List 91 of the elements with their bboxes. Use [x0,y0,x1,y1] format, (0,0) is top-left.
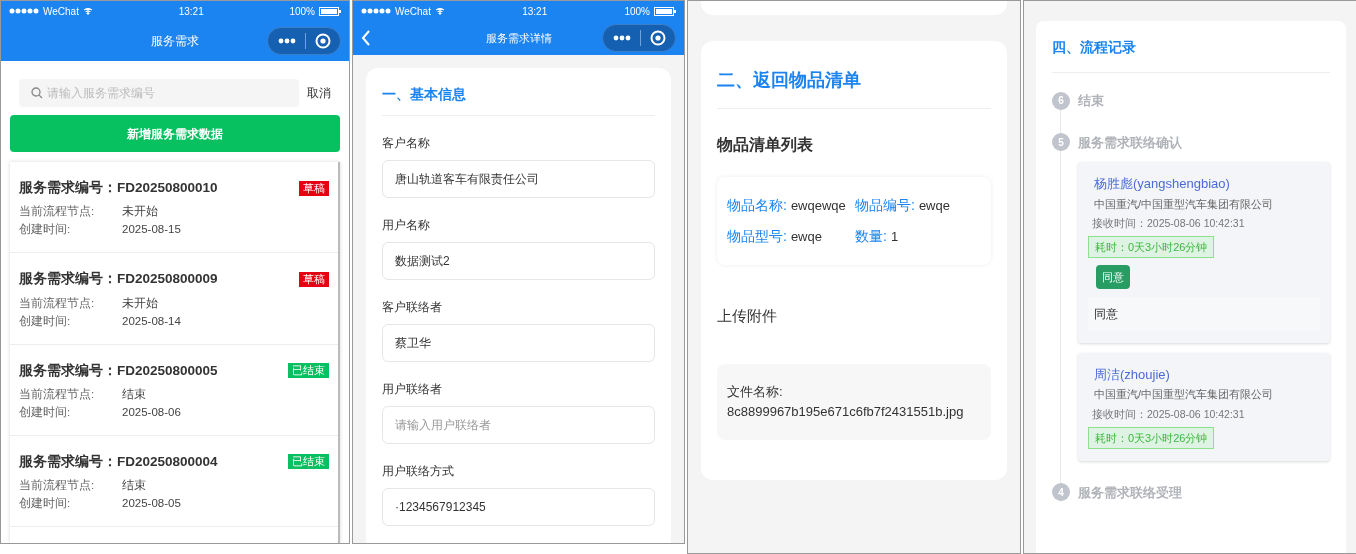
field-label: 创建时间: [19,313,72,329]
list-title: 物品清单列表 [717,135,814,155]
field-value: 结束 [122,478,147,493]
page-title: 服务需求详情 [485,30,552,46]
field-label: 当前流程节点: [19,295,96,311]
close-capsule-icon[interactable] [315,33,331,49]
item-value: ewqewqe [790,197,846,215]
request-card[interactable]: 服务需求编号：FD20250800009 草稿 当前流程节点: 未开始 创建时间: 2025-08-14 [10,253,338,345]
section-title: 四、流程记录 [1052,37,1330,73]
request-card[interactable]: 服务需求编号：FD20250800010 草稿 当前流程节点: 未开始 创建时间: 2025-08-15 [10,162,338,254]
file-name: 8c8899967b195e671c6fb7f2431551b.jpg [727,402,965,421]
capsule-menu[interactable] [267,27,341,55]
item-label: 数量: [855,227,887,246]
status-badge: 草稿 [299,271,329,287]
request-number: 服务需求编号：FD20250800010 [19,179,218,197]
cancel-button[interactable]: 取消 [307,84,331,102]
received-time: 接收时间：2025-08-06 10:42:31 [1091,216,1246,231]
close-capsule-icon[interactable] [650,30,666,46]
more-icon[interactable] [613,35,631,41]
duration-tag: 耗时：0天3小时26分钟 [1088,235,1215,258]
field-label: 创建时间: [19,404,72,420]
field-label: 客户联络者 [382,299,443,316]
step-title: 服务需求联络确认 [1078,133,1182,152]
page-title: 服务需求 [151,33,199,50]
carrier-name: WeChat [43,4,79,19]
battery-percent: 100% [624,4,650,19]
status-badge: 草稿 [299,180,329,196]
text-field[interactable]: 请输入用户联络者 [382,406,655,444]
section-title: 一、基本信息 [382,84,655,116]
clock-time: 13:21 [178,4,204,19]
person-name: 周洁(zhoujie) [1093,365,1171,384]
battery-percent: 100% [289,4,315,19]
wifi-icon [434,7,445,15]
field-label: 用户联络方式 [382,463,455,480]
field-value: 未开始 [122,204,159,220]
field-label: 客户名称 [382,135,431,152]
request-number: 服务需求编号：FD20250800009 [19,270,218,289]
wifi-icon [82,7,93,15]
field-label: 用户名称 [382,217,431,234]
organization: 中国重汽/中国重型汽车集团有限公司 [1093,196,1275,212]
file-label: 文件名称: [727,382,784,401]
status-badge: 已结束 [288,454,329,470]
received-time: 接收时间：2025-08-06 10:42:31 [1091,406,1246,422]
text-field[interactable]: 蔡卫华 [382,324,655,362]
battery-icon [319,6,341,16]
item-value: ewqe [918,197,950,215]
text-field[interactable]: 唐山轨道客车有限责任公司 [382,160,655,198]
clock-time: 13:21 [522,4,548,19]
step-number: 6 [1052,91,1070,110]
request-number: 服务需求编号：FD20250800005 [19,361,218,380]
battery-icon [654,6,676,16]
item-label: 物品名称: [727,196,787,215]
duration-tag: 耗时：0天3小时26分钟 [1088,426,1215,449]
field-value: 2025-08-06 [122,404,182,420]
item-label: 物品型号: [727,227,787,246]
item-value: ewqe [790,228,822,246]
more-icon[interactable] [278,38,296,44]
field-label: 当前流程节点: [19,478,96,493]
field-label: 当前流程节点: [19,386,96,402]
text-field[interactable]: 数据测试2 [382,242,655,280]
signal-dots-icon [361,8,391,14]
signal-dots-icon [9,8,39,14]
item-label: 物品编号: [855,196,915,215]
field-value: 2025-08-14 [122,313,182,329]
field-label: 创建时间: [19,496,72,511]
decision-tag: 同意 [1096,264,1130,289]
field-value: 未开始 [122,295,159,311]
field-value: 2025-08-05 [122,496,182,511]
step-title: 服务需求联络受理 [1078,483,1182,502]
step-number: 4 [1052,483,1070,502]
carrier-name: WeChat [395,4,431,19]
field-label: 用户联络者 [382,381,443,398]
item-value: 1 [890,228,899,246]
request-card[interactable]: 服务需求编号：FD20250800004 已结束 当前流程节点: 结束 创建时间: 2025-08-05 [10,435,338,527]
step-title: 结束 [1078,92,1104,110]
search-icon [31,87,43,99]
person-name: 杨胜彪(yangshengbiao) [1093,175,1231,193]
step-number: 5 [1052,133,1070,152]
field-label: 当前流程节点: [19,204,96,220]
field-value: 结束 [122,386,147,402]
capsule-menu[interactable] [602,24,676,52]
text-field[interactable]: ·1234567912345 [382,488,655,526]
status-badge: 已结束 [288,363,329,379]
request-card[interactable]: 服务需求编号：FD20250800005 已结束 当前流程节点: 结束 创建时间: 2025-08-06 [10,344,338,436]
field-value: 2025-08-15 [122,222,182,238]
field-label: 创建时间: [19,222,72,238]
organization: 中国重汽/中国重型汽车集团有限公司 [1093,387,1275,403]
upload-label: 上传附件 [717,306,778,326]
back-icon[interactable] [361,30,371,46]
request-number: 服务需求编号：FD20250800004 [19,452,218,471]
section-title: 二、返回物品清单 [717,67,991,109]
